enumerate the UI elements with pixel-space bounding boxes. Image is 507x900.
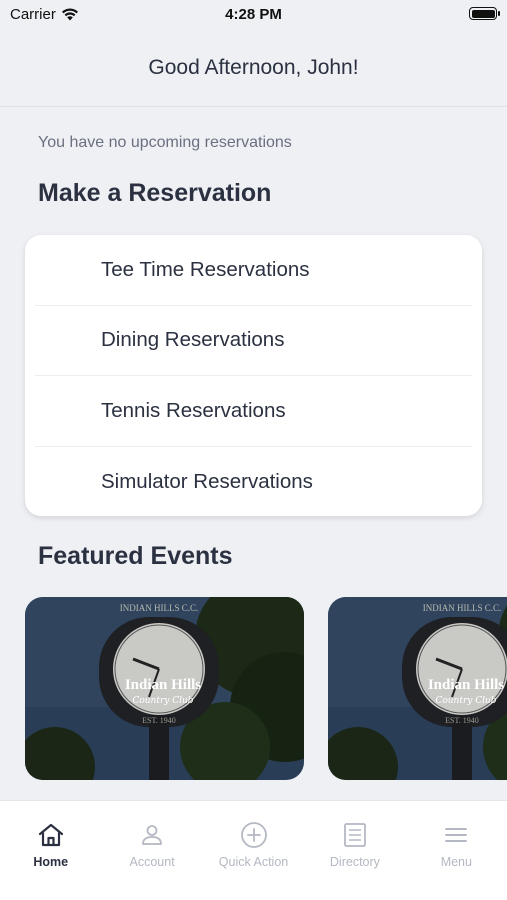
featured-events-title: Featured Events xyxy=(38,542,233,570)
tab-menu[interactable]: Menu xyxy=(406,801,507,900)
logo-subtitle-text: Country Club xyxy=(435,696,496,706)
event-image: INDIAN HILLS C.C. Indian Hills Country C… xyxy=(328,597,507,780)
logo-est-text: EST. 1940 xyxy=(142,716,176,725)
status-time: 4:28 PM xyxy=(225,6,282,23)
directory-icon xyxy=(344,823,366,847)
event-card[interactable]: INDIAN HILLS C.C. Indian Hills Country C… xyxy=(328,597,507,780)
reservation-item-label: Dining Reservations xyxy=(101,328,285,352)
tee-time-reservations-button[interactable]: Tee Time Reservations xyxy=(35,235,472,306)
reservation-options-card: Tee Time Reservations Dining Reservation… xyxy=(25,235,482,516)
event-image: INDIAN HILLS C.C. Indian Hills Country C… xyxy=(25,597,304,780)
tab-label: Menu xyxy=(440,855,472,869)
reservation-item-label: Simulator Reservations xyxy=(101,469,313,493)
menu-icon xyxy=(445,828,468,842)
tab-quick-action[interactable]: Quick Action xyxy=(203,801,304,900)
status-bar: Carrier 4:28 PM xyxy=(0,0,507,30)
logo-title-text: Indian Hills xyxy=(125,677,201,693)
reservation-item-label: Tennis Reservations xyxy=(101,398,286,422)
make-reservation-title: Make a Reservation xyxy=(38,179,272,207)
event-card[interactable]: INDIAN HILLS C.C. Indian Hills Country C… xyxy=(25,597,304,780)
plus-circle-icon xyxy=(240,822,267,848)
tab-label: Directory xyxy=(329,855,380,869)
battery-icon xyxy=(469,7,500,20)
no-reservations-message: You have no upcoming reservations xyxy=(38,134,292,151)
logo-title-text: Indian Hills xyxy=(428,677,504,693)
tab-label: Home xyxy=(33,855,69,869)
user-icon xyxy=(142,825,163,845)
reservation-item-label: Tee Time Reservations xyxy=(101,257,310,281)
dining-reservations-button[interactable]: Dining Reservations xyxy=(35,306,472,376)
clock-sign-text: INDIAN HILLS C.C. xyxy=(120,603,199,613)
home-icon xyxy=(38,823,63,847)
greeting-title: Good Afternoon, John! xyxy=(148,56,359,79)
tab-directory[interactable]: Directory xyxy=(304,801,405,900)
logo-subtitle-text: Country Club xyxy=(132,696,193,706)
featured-events-carousel[interactable]: INDIAN HILLS C.C. Indian Hills Country C… xyxy=(25,597,507,781)
tennis-reservations-button[interactable]: Tennis Reservations xyxy=(35,376,472,447)
tab-label: Account xyxy=(129,855,175,869)
bottom-tab-bar: Home Account Quick Action Directory Menu xyxy=(0,800,507,900)
simulator-reservations-button[interactable]: Simulator Reservations xyxy=(35,447,472,517)
logo-est-text: EST. 1940 xyxy=(445,716,479,725)
tab-label: Quick Action xyxy=(218,855,289,869)
tab-account[interactable]: Account xyxy=(101,801,202,900)
page-header: Good Afternoon, John! xyxy=(0,30,507,107)
tab-home[interactable]: Home xyxy=(0,801,101,900)
clock-sign-text: INDIAN HILLS C.C. xyxy=(423,603,502,613)
